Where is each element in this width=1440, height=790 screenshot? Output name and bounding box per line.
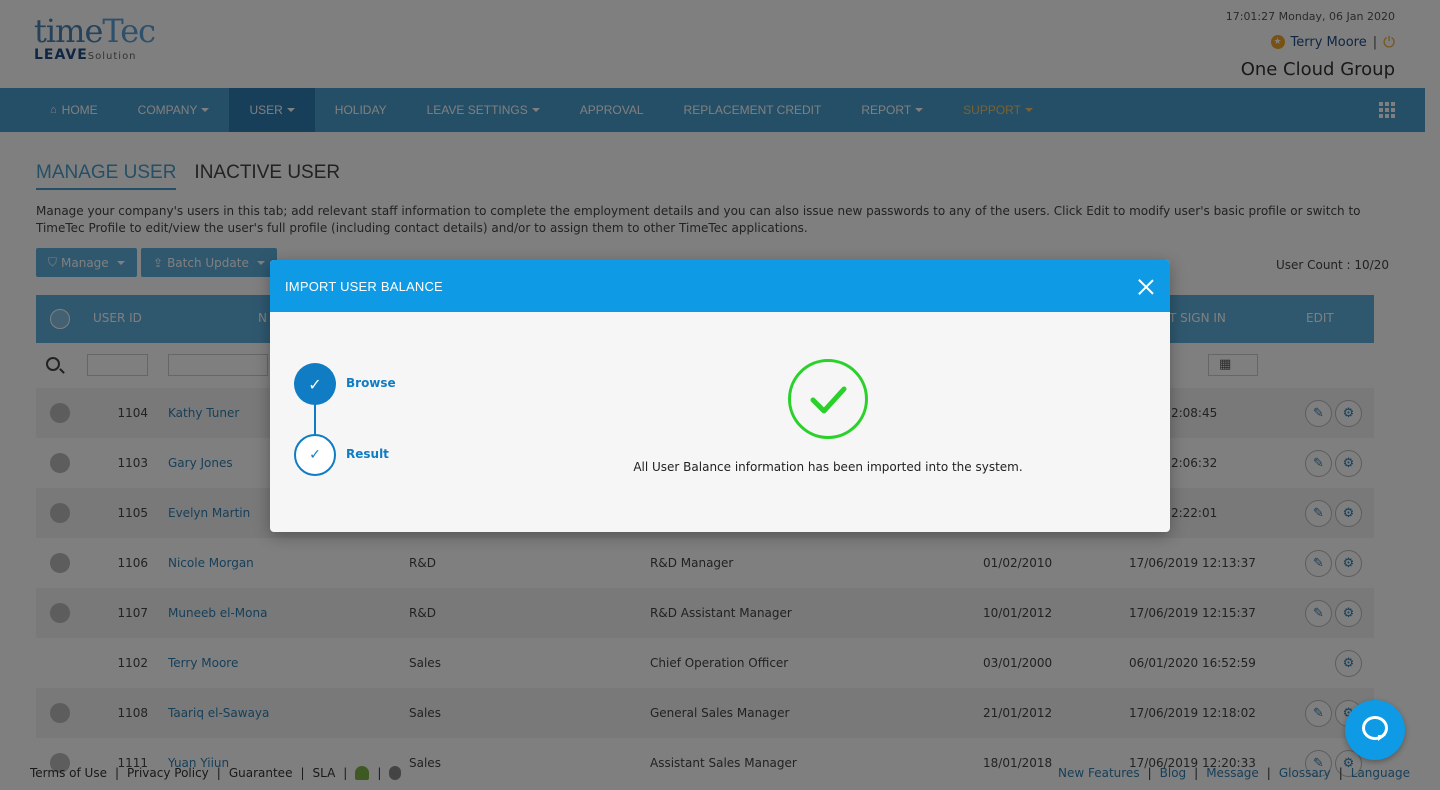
success-check-icon [788,359,868,439]
check-icon: ✓ [309,447,321,463]
step-connector [314,404,316,436]
step-browse-label: Browse [346,376,396,390]
success-message: All User Balance information has been im… [633,460,1023,474]
step-result-indicator: ✓ [294,434,336,476]
dialog-title: IMPORT USER BALANCE [285,279,443,294]
step-result-label: Result [346,447,389,461]
close-icon[interactable] [1138,279,1154,295]
step-browse-indicator: ✓ [294,363,336,405]
check-icon: ✓ [308,374,322,394]
dialog-header: IMPORT USER BALANCE [270,260,1170,312]
import-user-balance-dialog: IMPORT USER BALANCE ✓ ✓ Browse Result Al… [270,260,1170,532]
chat-icon[interactable] [1345,700,1405,760]
